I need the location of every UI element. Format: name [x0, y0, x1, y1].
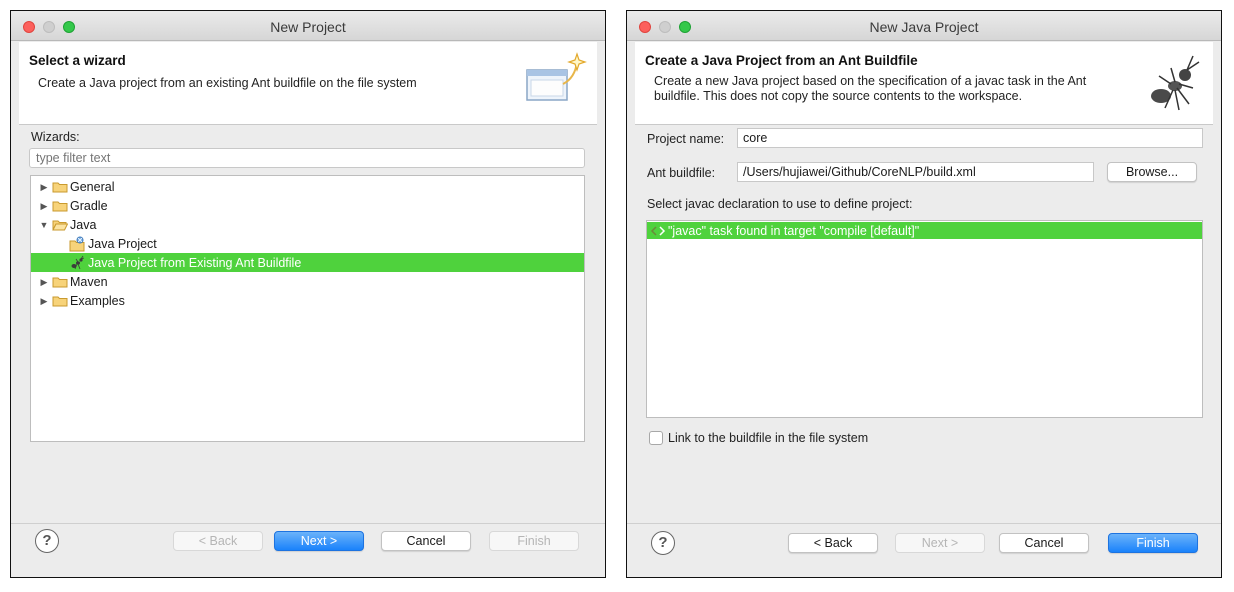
java-project-icon: [69, 236, 85, 251]
tree-label: General: [70, 179, 115, 194]
project-name-label: Project name:: [647, 132, 725, 146]
link-buildfile-checkbox[interactable]: [649, 431, 663, 445]
banner-description-line: Create a new Java project based on the s…: [654, 74, 1087, 88]
divider: [11, 523, 605, 524]
tree-label: Examples: [70, 293, 125, 308]
banner-title: Select a wizard: [29, 53, 126, 68]
expand-arrow-icon[interactable]: ▶: [38, 181, 50, 193]
expand-arrow-icon[interactable]: ▶: [38, 276, 50, 288]
folder-icon: [52, 201, 68, 211]
folder-icon: [52, 182, 68, 192]
help-button[interactable]: ?: [651, 531, 675, 555]
select-declaration-label: Select javac declaration to use to defin…: [647, 197, 913, 211]
back-button[interactable]: < Back: [173, 531, 263, 551]
tree-node-gradle[interactable]: ▶ Gradle: [31, 196, 584, 215]
finish-button[interactable]: Finish: [489, 531, 579, 551]
ant-banner-icon: [1151, 55, 1200, 111]
banner-description-line: buildfile. This does not copy the source…: [654, 89, 1023, 103]
help-button[interactable]: ?: [35, 529, 59, 553]
wizard-banner: Create a Java Project from an Ant Buildf…: [635, 42, 1213, 125]
javac-task-icon: [650, 225, 666, 236]
finish-button[interactable]: Finish: [1108, 533, 1198, 553]
wizard-filter-input[interactable]: [29, 148, 585, 168]
tree-node-java-project-from-ant[interactable]: Java Project from Existing Ant Buildfile: [31, 253, 584, 272]
tree-label: Java Project from Existing Ant Buildfile: [88, 255, 302, 270]
cancel-button[interactable]: Cancel: [381, 531, 471, 551]
cancel-button[interactable]: Cancel: [999, 533, 1089, 553]
ant-buildfile-label: Ant buildfile:: [647, 166, 716, 180]
folder-icon: [52, 296, 68, 306]
open-folder-icon: [52, 220, 68, 230]
expand-arrow-icon[interactable]: ▶: [38, 200, 50, 212]
expand-arrow-icon[interactable]: ▶: [38, 295, 50, 307]
next-button[interactable]: Next >: [274, 531, 364, 551]
ant-buildfile-input[interactable]: /Users/hujiawei/Github/CoreNLP/build.xml: [737, 162, 1094, 182]
tree-label: Maven: [70, 274, 108, 289]
banner-title: Create a Java Project from an Ant Buildf…: [645, 53, 918, 68]
tree-label: Java: [70, 217, 97, 232]
declaration-label: "javac" task found in target "compile [d…: [668, 223, 920, 238]
tree-node-general[interactable]: ▶ General: [31, 177, 584, 196]
javac-declaration-list: "javac" task found in target "compile [d…: [646, 220, 1203, 418]
folder-icon: [52, 277, 68, 287]
tree-label: Gradle: [70, 198, 108, 213]
wizards-label: Wizards:: [31, 130, 80, 144]
ant-icon: [71, 255, 85, 269]
tree-node-java-project[interactable]: Java Project: [31, 234, 584, 253]
title-bar: New Java Project: [627, 11, 1221, 41]
new-java-project-window: New Java Project Create a Java Project f…: [626, 10, 1222, 578]
banner-description: Create a new Java project based on the s…: [654, 74, 1086, 104]
banner-description: Create a Java project from an existing A…: [38, 76, 417, 90]
next-button[interactable]: Next >: [895, 533, 985, 553]
tree-label: Java Project: [88, 236, 157, 251]
window-title: New Java Project: [869, 19, 979, 35]
tree-node-java[interactable]: ▼ Java: [31, 215, 584, 234]
wizard-banner: Select a wizard Create a Java project fr…: [19, 42, 597, 125]
divider: [627, 523, 1221, 524]
back-button[interactable]: < Back: [788, 533, 878, 553]
collapse-arrow-icon[interactable]: ▼: [38, 219, 50, 231]
tree-node-maven[interactable]: ▶ Maven: [31, 272, 584, 291]
window-title: New Project: [270, 19, 346, 35]
link-buildfile-label: Link to the buildfile in the file system: [668, 431, 869, 445]
project-name-input[interactable]: core: [737, 128, 1203, 148]
wizard-tree: ▶ General ▶ Gradle ▼ Java Java Project J…: [30, 175, 585, 442]
wizard-banner-icon: [526, 52, 587, 101]
title-bar: New Project: [11, 11, 605, 41]
new-project-window: New Project Select a wizard Create a Jav…: [10, 10, 606, 578]
javac-declaration-item[interactable]: "javac" task found in target "compile [d…: [647, 222, 1202, 239]
tree-node-examples[interactable]: ▶ Examples: [31, 291, 584, 310]
browse-button[interactable]: Browse...: [1107, 162, 1197, 182]
